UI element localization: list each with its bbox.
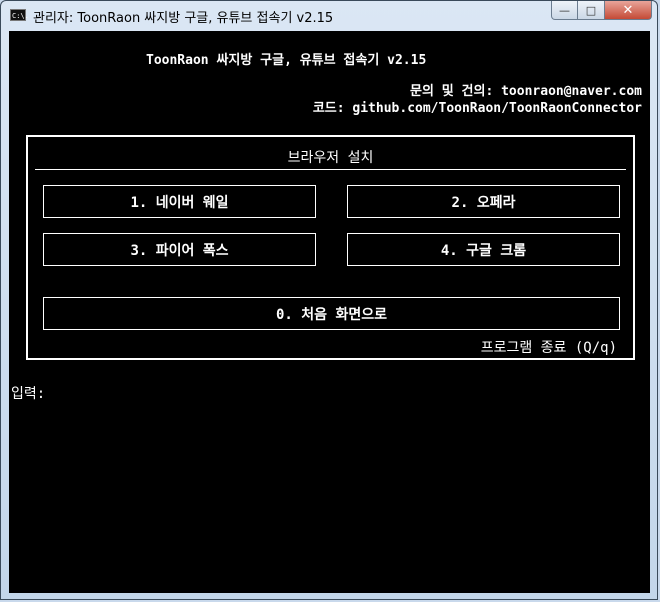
maximize-button[interactable]: □ bbox=[578, 1, 605, 20]
maximize-icon: □ bbox=[585, 3, 597, 17]
minimize-button[interactable]: — bbox=[551, 1, 578, 20]
console-window: C:\. 관리자: ToonRaon 싸지방 구글, 유튜브 접속기 v2.15… bbox=[0, 0, 658, 600]
home-screen-button[interactable]: 0. 처음 화면으로 bbox=[43, 297, 620, 330]
minimize-icon: — bbox=[559, 3, 570, 17]
title-bar[interactable]: C:\. 관리자: ToonRaon 싸지방 구글, 유튜브 접속기 v2.15… bbox=[1, 1, 657, 31]
app-heading: ToonRaon 싸지방 구글, 유튜브 접속기 v2.15 bbox=[146, 53, 427, 68]
opera-button[interactable]: 2. 오페라 bbox=[347, 185, 620, 218]
button-label: 2. 오페라 bbox=[451, 194, 516, 211]
close-button[interactable]: ✕ bbox=[605, 1, 652, 20]
code-line: 코드: github.com/ToonRaon/ToonRaonConnecto… bbox=[312, 101, 642, 116]
button-label: 1. 네이버 웨일 bbox=[130, 194, 229, 211]
button-label: 0. 처음 화면으로 bbox=[276, 306, 387, 323]
close-icon: ✕ bbox=[622, 2, 634, 18]
button-label: 3. 파이어 폭스 bbox=[130, 242, 229, 259]
panel-divider bbox=[35, 169, 626, 170]
browser-install-panel: 브라우저 설치 1. 네이버 웨일 2. 오페라 3. 파이어 폭스 4. 구글… bbox=[26, 135, 635, 360]
chrome-button[interactable]: 4. 구글 크롬 bbox=[347, 233, 620, 266]
console-area[interactable]: ToonRaon 싸지방 구글, 유튜브 접속기 v2.15 문의 및 건의: … bbox=[9, 31, 650, 593]
firefox-button[interactable]: 3. 파이어 폭스 bbox=[43, 233, 316, 266]
panel-title: 브라우저 설치 bbox=[287, 150, 374, 166]
button-label: 4. 구글 크롬 bbox=[440, 242, 527, 259]
window-controls: — □ ✕ bbox=[551, 1, 652, 20]
console-app-icon[interactable]: C:\. bbox=[10, 9, 29, 21]
input-prompt[interactable]: 입력: bbox=[11, 383, 45, 403]
window-title: 관리자: ToonRaon 싸지방 구글, 유튜브 접속기 v2.15 bbox=[33, 11, 334, 26]
quit-hint: 프로그램 종료 (Q/q) bbox=[480, 340, 617, 356]
naver-whale-button[interactable]: 1. 네이버 웨일 bbox=[43, 185, 316, 218]
